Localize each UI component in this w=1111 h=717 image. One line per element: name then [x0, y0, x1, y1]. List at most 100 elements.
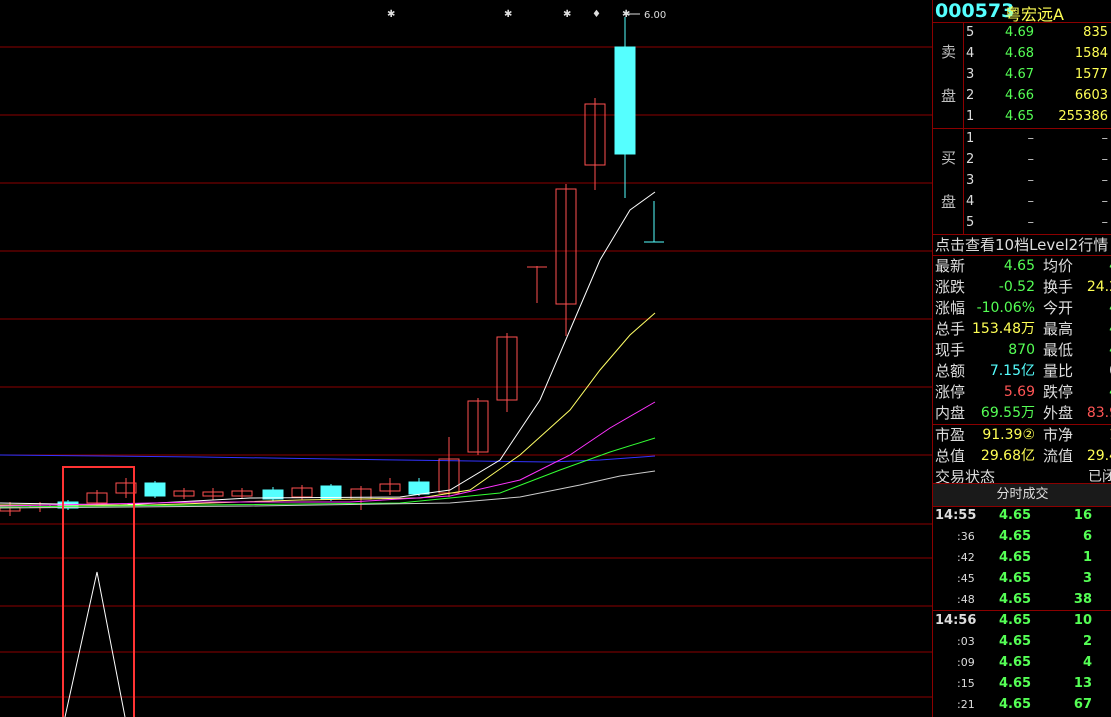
tick-row[interactable]: :03 4.65 2: [933, 631, 1111, 652]
stat-amount: 总额 7.15亿: [935, 362, 1035, 380]
tick-minute-divider: [933, 610, 1111, 611]
tick-row[interactable]: :42 4.65 1: [933, 547, 1111, 568]
tick-time: 14:56: [935, 613, 977, 628]
volume: 255386: [1058, 109, 1108, 124]
sell-row[interactable]: 4 4.68 1584: [964, 44, 1111, 65]
tick-price: 4.65: [999, 508, 1032, 523]
tick-row[interactable]: :45 4.65 3: [933, 568, 1111, 589]
blue-reference-line: [0, 454, 656, 463]
level: 1: [966, 109, 975, 124]
sell-row[interactable]: 1 4.65 255386: [964, 107, 1111, 128]
tick-row[interactable]: :21 4.65 67: [933, 694, 1111, 715]
tick-seconds: :48: [957, 593, 975, 606]
level: 4: [966, 194, 975, 209]
tick-qty: 16: [1073, 508, 1092, 523]
stock-header[interactable]: 000573 粤宏远A: [933, 0, 1111, 24]
tick-qty: 3: [1082, 571, 1092, 586]
stat-open: 今开4: [1043, 299, 1111, 317]
moving-average-lines: [0, 191, 656, 509]
tick-seconds: :36: [957, 530, 975, 543]
stat-latest: 最新 4.65: [935, 257, 1035, 275]
price: 4.65: [1005, 109, 1034, 124]
stat-low: 最低4: [1043, 341, 1111, 359]
volume: 1577: [1074, 67, 1108, 82]
stat-volume-ratio: 量比0: [1043, 362, 1111, 380]
tick-seconds: :21: [957, 698, 975, 711]
event-marker-icon: ♦: [592, 9, 601, 20]
price: –: [1027, 215, 1035, 230]
sell-order-book: 卖 盘 5 4.69 835 4 4.68 1584 3 4.67 1577 2 4.66 6603 1…: [933, 23, 1111, 129]
price: 4.67: [1005, 67, 1034, 82]
buy-row[interactable]: 2 – –: [964, 150, 1111, 171]
price: –: [1027, 131, 1035, 146]
level: 5: [966, 215, 975, 230]
tick-qty: 13: [1073, 676, 1092, 691]
quote-panel: 000573 粤宏远A 卖 盘 5 4.69 835 4 4.68 1584 3 4.67 15…: [932, 0, 1111, 717]
tick-qty: 6: [1082, 529, 1092, 544]
sell-row[interactable]: 3 4.67 1577: [964, 65, 1111, 86]
price: –: [1027, 173, 1035, 188]
tick-qty: 4: [1082, 655, 1092, 670]
volume: –: [1101, 173, 1109, 188]
price: 4.66: [1005, 88, 1034, 103]
buy-row[interactable]: 5 – –: [964, 213, 1111, 234]
tick-seconds: :15: [957, 677, 975, 690]
tick-seconds: :03: [957, 635, 975, 648]
tick-row[interactable]: :15 4.65 13: [933, 673, 1111, 694]
tick-price: 4.65: [999, 613, 1032, 628]
buy-order-book: 买 盘 1 – – 2 – – 3 – – 4 – – 5 – –: [933, 129, 1111, 235]
sell-row[interactable]: 2 4.66 6603: [964, 86, 1111, 107]
sell-row[interactable]: 5 4.69 835: [964, 23, 1111, 44]
stat-float-cap: 流值29.4: [1043, 447, 1111, 465]
tick-seconds: :42: [957, 551, 975, 564]
level: 5: [966, 25, 975, 40]
kline-chart-area[interactable]: ✱ ✱ ✱ ♦ ✱ 6.00: [0, 0, 932, 717]
buy-row[interactable]: 1 – –: [964, 129, 1111, 150]
volume: –: [1101, 152, 1109, 167]
stat-turnover: 换手24.2: [1043, 278, 1111, 296]
candle-body: [408, 481, 430, 495]
stat-limit-up: 涨停 5.69: [935, 383, 1035, 401]
peak-price-label: 6.00: [644, 10, 666, 21]
ticks-title[interactable]: 分时成交: [933, 483, 1111, 507]
stat-market-cap: 总值 29.68亿: [935, 447, 1035, 465]
candlesticks: [0, 17, 664, 516]
volume: 1584: [1074, 46, 1108, 61]
buy-label-2: 盘: [941, 193, 957, 211]
price: 4.69: [1005, 25, 1034, 40]
tick-price: 4.65: [999, 697, 1032, 712]
tick-price: 4.65: [999, 529, 1032, 544]
tick-row[interactable]: 14:55 4.65 16: [933, 505, 1111, 526]
tick-row[interactable]: :36 4.65 6: [933, 526, 1111, 547]
tick-row[interactable]: :09 4.65 4: [933, 652, 1111, 673]
candle-body: [614, 46, 636, 155]
tick-qty: 38: [1073, 592, 1092, 607]
event-marker-icon: ✱: [504, 9, 512, 20]
tick-price: 4.65: [999, 655, 1032, 670]
buy-label-1: 买: [941, 149, 957, 167]
tick-row[interactable]: :48 4.65 38: [933, 589, 1111, 610]
stat-inner: 内盘 69.55万: [935, 404, 1035, 422]
stat-avg: 均价4: [1043, 257, 1111, 275]
price: 4.68: [1005, 46, 1034, 61]
stat-high: 最高4: [1043, 320, 1111, 338]
level: 3: [966, 173, 975, 188]
stat-change: 涨跌 -0.52: [935, 278, 1035, 296]
volume: 6603: [1074, 88, 1108, 103]
tick-qty: 2: [1082, 634, 1092, 649]
tick-qty: 10: [1073, 613, 1092, 628]
tick-row[interactable]: 14:56 4.65 10: [933, 610, 1111, 631]
ma10-line: [0, 312, 656, 506]
sell-label-2: 盘: [941, 87, 957, 105]
buy-row[interactable]: 3 – –: [964, 171, 1111, 192]
quote-stats: 最新4.65 均价4 涨跌-0.52 换手24.2 涨幅-10.06% 今开4 …: [933, 256, 1111, 487]
kline-chart[interactable]: ✱ ✱ ✱ ♦ ✱ 6.00: [0, 0, 932, 717]
tick-price: 4.65: [999, 634, 1032, 649]
stat-pct: 涨幅 -10.06%: [935, 299, 1035, 317]
level2-link[interactable]: 点击查看10档Level2行情: [933, 235, 1111, 256]
tick-price: 4.65: [999, 592, 1032, 607]
buy-row[interactable]: 4 – –: [964, 192, 1111, 213]
candle-body: [144, 482, 166, 497]
level: 2: [966, 152, 975, 167]
level: 4: [966, 46, 975, 61]
